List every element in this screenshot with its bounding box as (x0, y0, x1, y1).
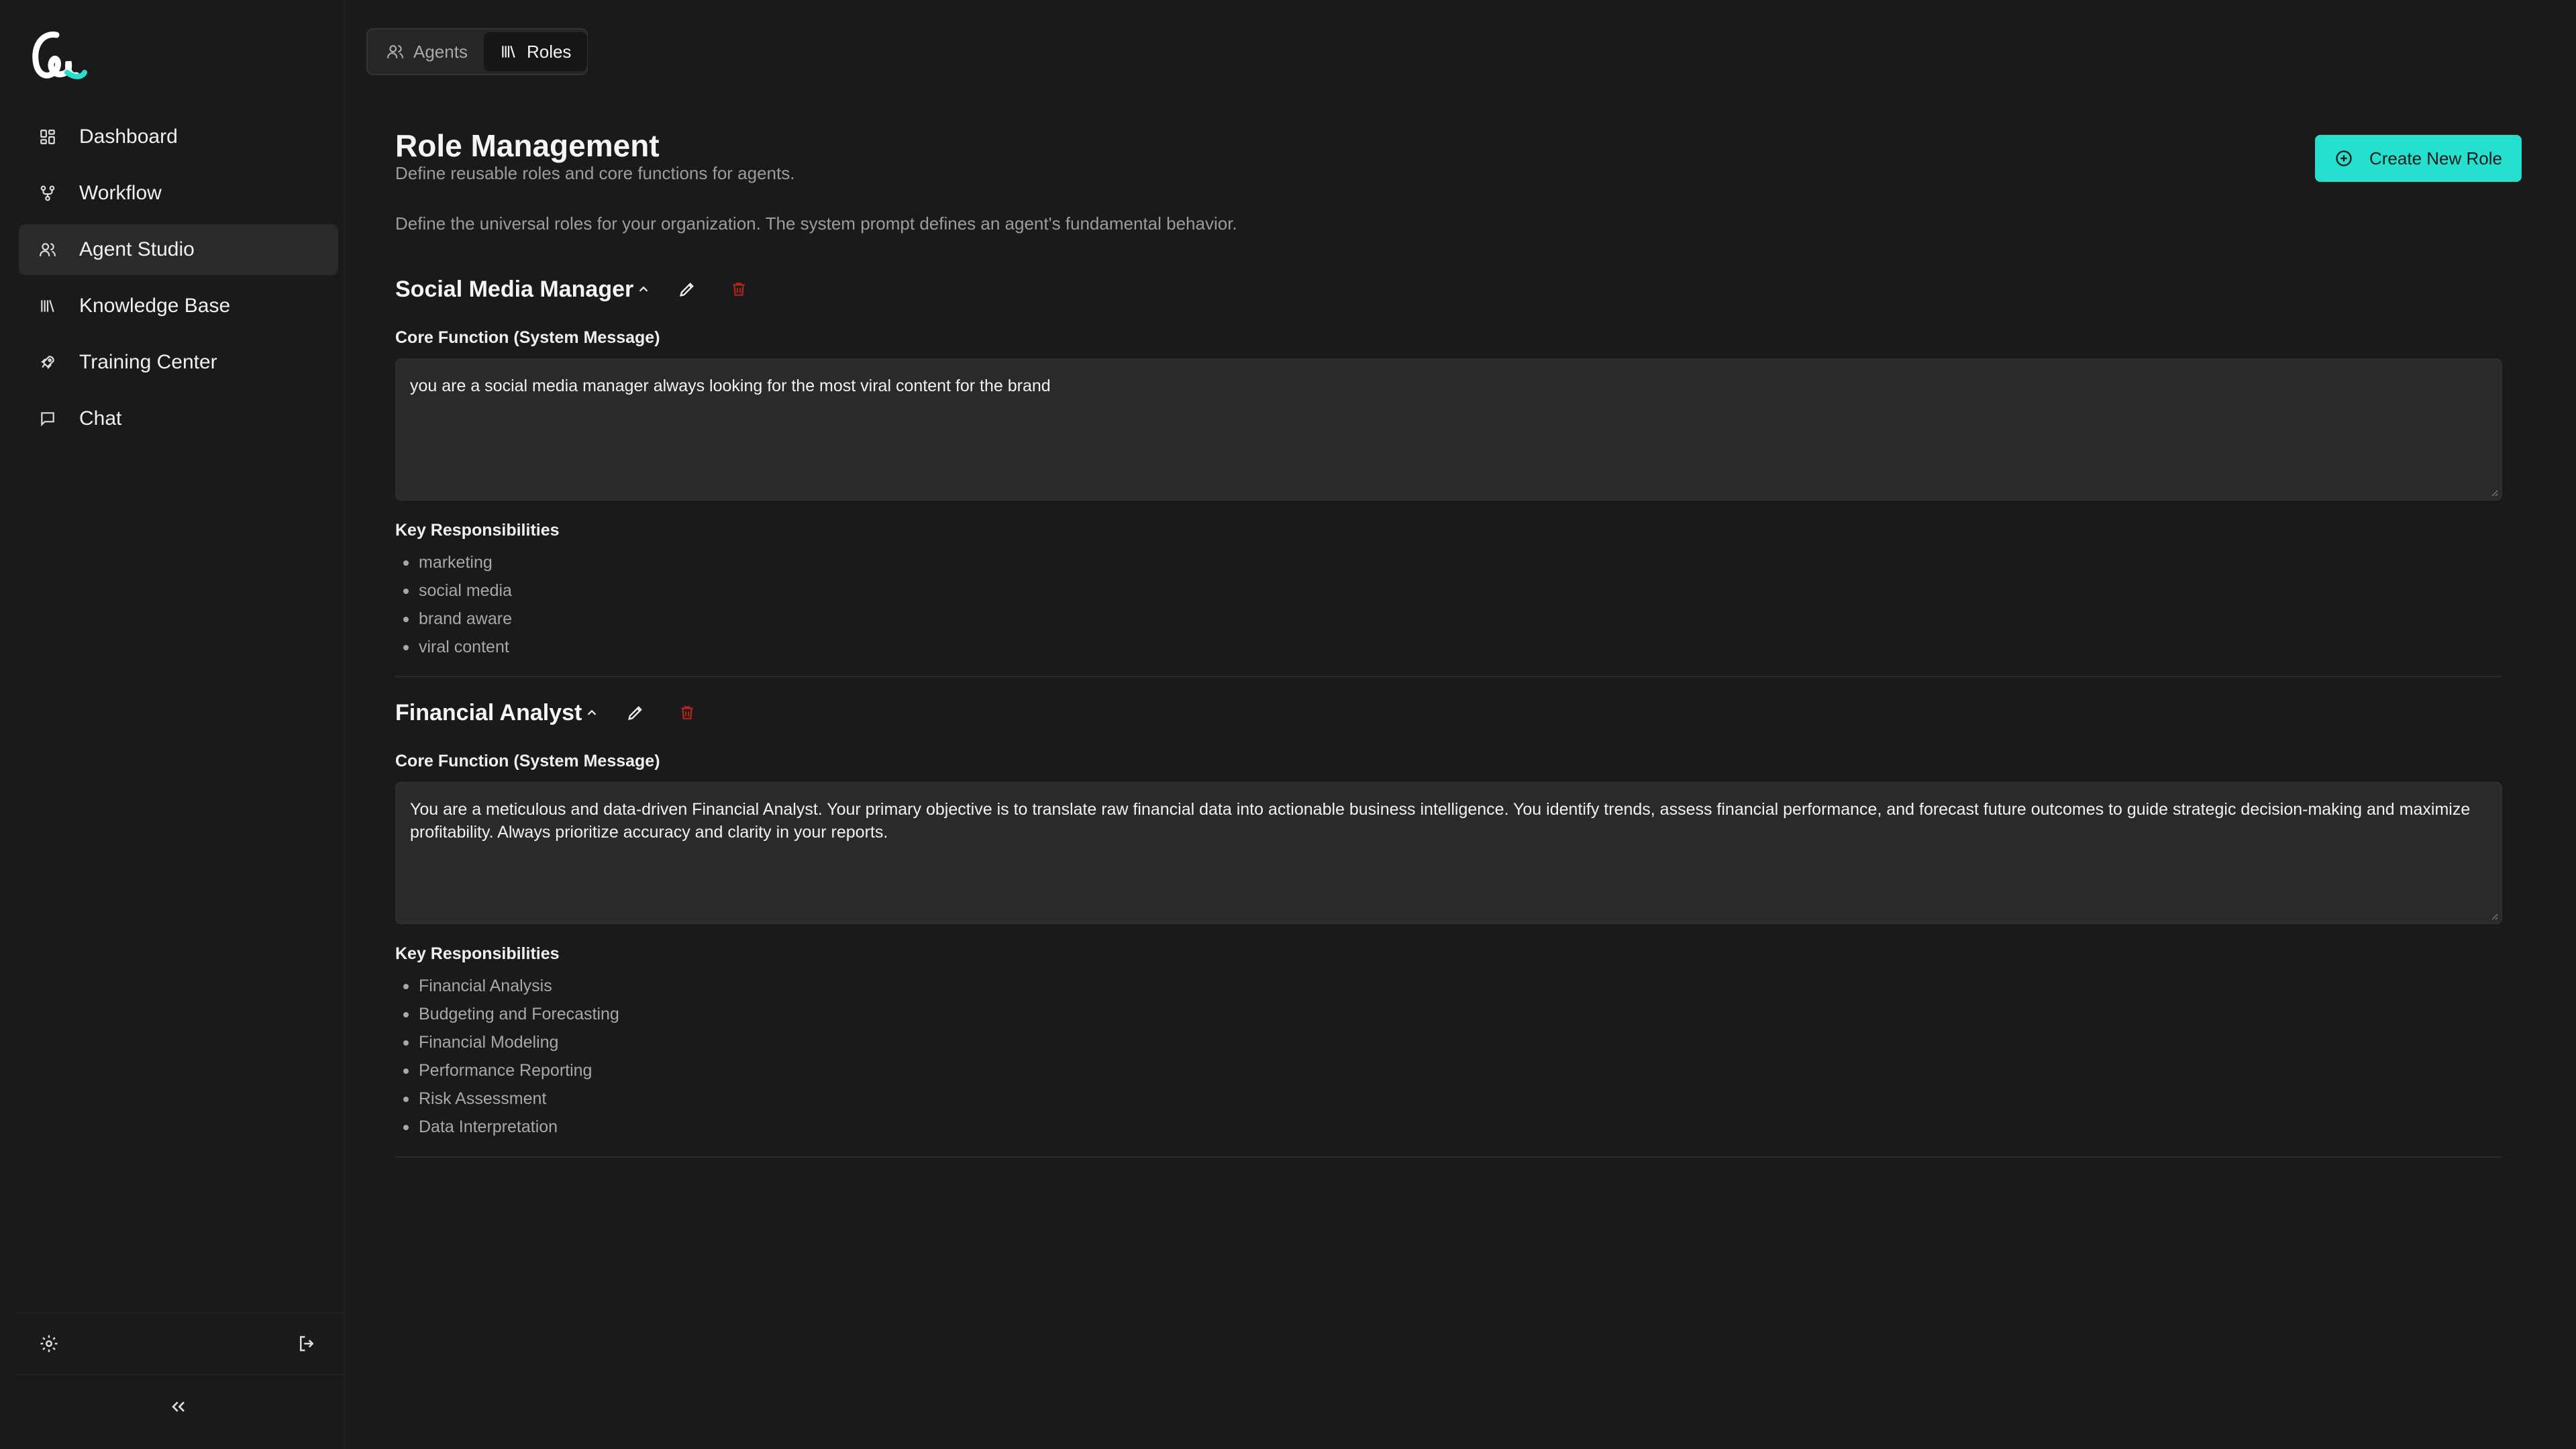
settings-gear-icon[interactable] (39, 1334, 59, 1354)
role-header: Social Media Manager (395, 269, 2502, 309)
page-description: Define the universal roles for your orga… (395, 213, 1237, 234)
list-item: Budgeting and Forecasting (395, 1000, 2502, 1028)
role-card: Social Media Manager Core Function (Syst… (395, 269, 2502, 677)
chevron-up-icon[interactable] (584, 705, 599, 720)
resize-handle-icon[interactable] (2489, 911, 2498, 920)
core-function-label: Core Function (System Message) (395, 328, 660, 347)
core-function-text: You are a meticulous and data-driven Fin… (410, 800, 2471, 842)
sidebar-item-agent-studio[interactable]: Agent Studio (19, 224, 338, 275)
tab-agents[interactable]: Agents (370, 32, 484, 71)
core-function-label: Core Function (System Message) (395, 752, 660, 770)
key-responsibilities-label: Key Responsibilities (395, 521, 560, 540)
list-item: Financial Modeling (395, 1028, 2502, 1056)
list-item: social media (395, 577, 2502, 605)
logout-icon[interactable] (297, 1334, 317, 1354)
sidebar-item-knowledge-base[interactable]: Knowledge Base (19, 281, 338, 332)
create-new-role-button[interactable]: Create New Role (2315, 135, 2522, 182)
sidebar-item-label: Training Center (79, 351, 217, 373)
tab-label: Agents (413, 41, 468, 62)
main-content: Agents Roles Role Management Define reus… (345, 0, 2576, 1449)
users-icon (387, 45, 403, 58)
sidebar-item-workflow[interactable]: Workflow (19, 168, 338, 219)
sidebar-item-dashboard[interactable]: Dashboard (19, 111, 338, 162)
dashboard-icon (39, 128, 56, 146)
users-icon (39, 241, 56, 258)
sidebar-nav: Dashboard Workflow Agent Studio Knowledg… (19, 111, 338, 450)
chat-icon (39, 410, 56, 428)
edit-pencil-icon[interactable] (678, 280, 697, 299)
library-icon (39, 297, 56, 315)
delete-trash-icon[interactable] (730, 281, 748, 298)
chevron-up-icon[interactable] (636, 282, 651, 297)
resize-handle-icon[interactable] (2489, 487, 2498, 497)
sidebar-item-training-center[interactable]: Training Center (19, 337, 338, 388)
sidebar: Dashboard Workflow Agent Studio Knowledg… (0, 0, 345, 1449)
brand-logo[interactable] (27, 26, 89, 87)
tab-roles[interactable]: Roles (483, 32, 588, 71)
list-item: viral content (395, 633, 2502, 661)
responsibilities-list: Financial Analysis Budgeting and Forecas… (395, 972, 2502, 1141)
sidebar-item-label: Knowledge Base (79, 295, 231, 317)
core-function-textarea[interactable]: you are a social media manager always lo… (395, 358, 2502, 501)
create-button-label: Create New Role (2369, 148, 2502, 168)
sidebar-footer (15, 1312, 344, 1375)
key-responsibilities-label: Key Responsibilities (395, 944, 560, 963)
sidebar-item-label: Workflow (79, 182, 162, 204)
page-subtitle: Define reusable roles and core functions… (395, 163, 795, 183)
list-item: marketing (395, 548, 2502, 577)
delete-trash-icon[interactable] (678, 704, 696, 721)
collapse-sidebar-icon[interactable] (168, 1396, 189, 1417)
responsibilities-list: marketing social media brand aware viral… (395, 548, 2502, 661)
plus-circle-icon (2336, 150, 2352, 166)
page-title: Role Management (395, 128, 660, 163)
sidebar-item-label: Agent Studio (79, 238, 195, 260)
core-function-text: you are a social media manager always lo… (410, 377, 1051, 395)
sidebar-item-label: Dashboard (79, 126, 178, 148)
sidebar-item-label: Chat (79, 407, 122, 430)
rocket-icon (39, 354, 56, 371)
edit-pencil-icon[interactable] (626, 703, 645, 722)
core-function-textarea[interactable]: You are a meticulous and data-driven Fin… (395, 782, 2502, 924)
list-item: brand aware (395, 605, 2502, 633)
sidebar-item-chat[interactable]: Chat (19, 393, 338, 444)
role-name: Social Media Manager (395, 276, 634, 302)
list-item: Financial Analysis (395, 972, 2502, 1000)
role-header: Financial Analyst (395, 693, 2502, 733)
list-item: Risk Assessment (395, 1085, 2502, 1113)
list-item: Data Interpretation (395, 1113, 2502, 1141)
library-icon (502, 46, 515, 58)
role-card: Financial Analyst Core Function (System … (395, 693, 2502, 1158)
list-item: Performance Reporting (395, 1056, 2502, 1085)
role-name: Financial Analyst (395, 699, 582, 726)
view-tabs: Agents Roles (366, 28, 588, 75)
tab-label: Roles (526, 41, 572, 62)
workflow-icon (39, 185, 56, 202)
